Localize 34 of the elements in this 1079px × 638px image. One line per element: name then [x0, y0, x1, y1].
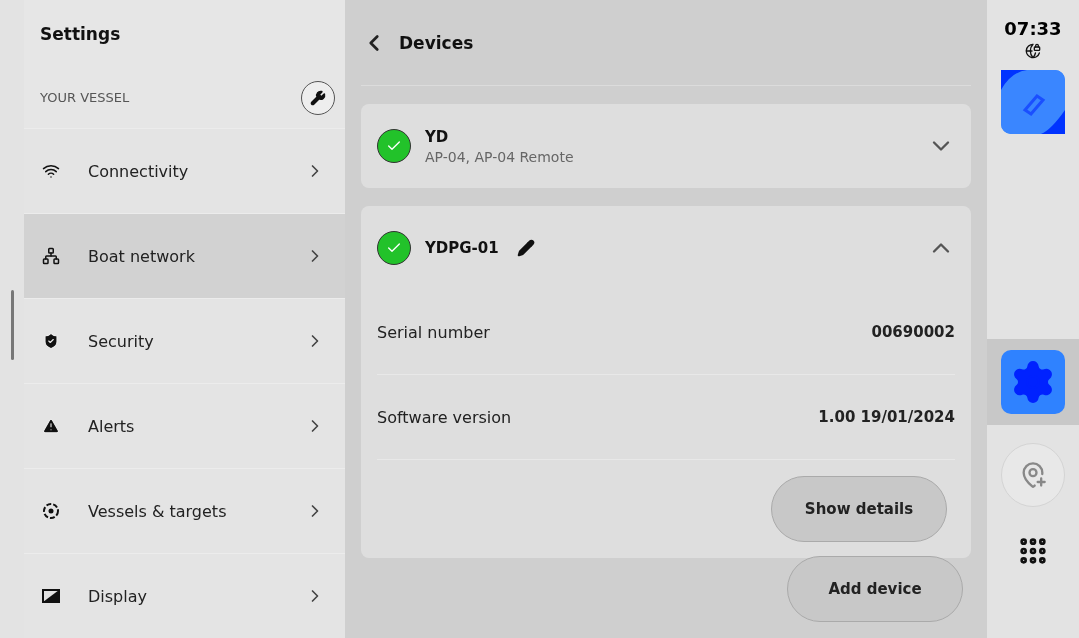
- wifi-icon: [42, 162, 60, 180]
- display-icon: [42, 589, 60, 603]
- apps-grid-button[interactable]: [1017, 535, 1049, 567]
- device-name: YDPG-01: [425, 239, 499, 257]
- wrench-icon: [310, 89, 326, 106]
- scrollbar: [10, 290, 14, 360]
- chart-app-icon: [1001, 70, 1065, 134]
- field-value: 1.00 19/01/2024: [818, 408, 955, 426]
- add-device-button[interactable]: Add device: [787, 556, 963, 622]
- device-name: YD: [425, 127, 449, 146]
- show-details-button[interactable]: Show details: [771, 476, 947, 542]
- sidebar-title: Settings: [40, 23, 121, 44]
- network-icon: [42, 247, 60, 265]
- wrench-button[interactable]: [301, 80, 335, 115]
- warning-icon: [42, 417, 60, 435]
- menu-item-label: Display: [88, 586, 148, 606]
- field-value: 00690002: [871, 323, 955, 341]
- pencil-icon[interactable]: [516, 239, 535, 257]
- target-icon: [42, 502, 60, 520]
- menu-item-label: Boat network: [88, 246, 196, 266]
- page-title: Devices: [399, 32, 474, 53]
- menu-item-label: Security: [88, 331, 155, 351]
- menu-item[interactable]: Boat network: [24, 213, 345, 298]
- section-label: YOUR VESSEL: [40, 90, 130, 106]
- menu-item-label: Vessels & targets: [88, 501, 228, 521]
- clock: 07:33: [1004, 18, 1062, 39]
- shield-icon: [42, 332, 60, 350]
- menu-item-label: Connectivity: [88, 161, 190, 181]
- settings-app-button[interactable]: [1001, 350, 1065, 414]
- field-label: Software version: [377, 407, 512, 427]
- device-models: AP-04, AP-04 Remote: [425, 148, 575, 165]
- menu-item-label: Alerts: [88, 416, 136, 436]
- field-label: Serial number: [377, 322, 490, 342]
- apps-grid-icon: [1017, 535, 1049, 567]
